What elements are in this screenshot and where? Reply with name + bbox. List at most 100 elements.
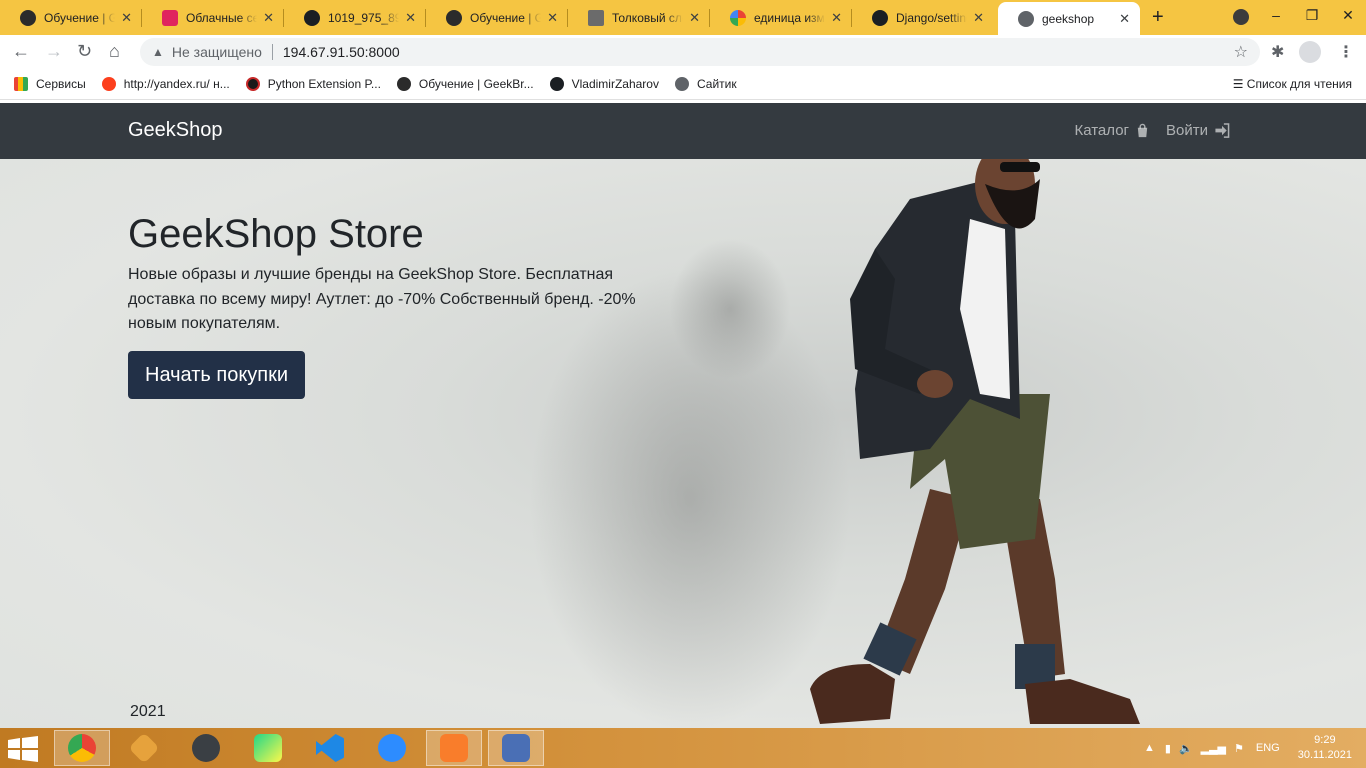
window-controls: – ❐ ✕ xyxy=(1258,0,1366,35)
browser-tab[interactable]: Обучение | GeekBrains ✕ xyxy=(426,0,568,35)
system-tray: ▲ ▮ 🔈 ▂▃▅ ⚑ ENG 9:29 30.11.2021 xyxy=(1144,728,1366,768)
new-tab-button[interactable]: + xyxy=(1152,6,1164,29)
dictionary-icon xyxy=(588,9,604,26)
github-icon xyxy=(872,9,888,26)
menu-icon[interactable]: ⋮ xyxy=(1338,42,1354,62)
hero-model-photo xyxy=(530,159,1140,728)
bookmark-label: Сервисы xyxy=(36,77,86,91)
address-bar[interactable]: ▲ Не защищено 194.67.91.50:8000 ☆ xyxy=(140,38,1260,66)
bookmark-geekbrains[interactable]: Обучение | GeekBr... xyxy=(396,77,534,91)
model-shoe xyxy=(810,664,895,724)
media-player-icon xyxy=(440,734,468,762)
taskbar-github-desktop[interactable] xyxy=(178,730,234,766)
github-desktop-icon xyxy=(192,734,220,762)
close-icon[interactable]: ✕ xyxy=(547,10,558,26)
bookmark-python-extension[interactable]: Python Extension P... xyxy=(245,77,381,91)
site-navbar: GeekShop Каталог Войти xyxy=(0,103,1366,159)
taskbar-vscode[interactable] xyxy=(302,730,358,766)
browser-tab[interactable]: Django/settings ✕ xyxy=(852,0,994,35)
bookmark-star-icon[interactable]: ☆ xyxy=(1234,42,1248,62)
taskbar-git-extensions[interactable] xyxy=(116,730,172,766)
chrome-icon xyxy=(68,734,96,762)
clock[interactable]: 9:29 30.11.2021 xyxy=(1298,733,1352,763)
close-icon[interactable]: ✕ xyxy=(973,10,984,26)
close-icon[interactable]: ✕ xyxy=(831,10,842,26)
bookmark-github[interactable]: VladimirZaharov xyxy=(549,77,659,91)
divider xyxy=(271,44,273,60)
close-icon[interactable]: ✕ xyxy=(689,10,700,26)
taskbar-chrome[interactable] xyxy=(54,730,110,766)
taskbar-pycharm[interactable] xyxy=(240,730,296,766)
flag-icon[interactable]: ⚑ xyxy=(1234,742,1244,755)
reading-list-button[interactable]: ☰ Список для чтения xyxy=(1233,77,1352,91)
minimize-button[interactable]: – xyxy=(1258,0,1294,35)
close-icon[interactable]: ✕ xyxy=(121,10,132,26)
bookmark-apps[interactable]: Сервисы xyxy=(14,77,86,91)
close-window-button[interactable]: ✕ xyxy=(1330,0,1366,35)
nav-catalog-link[interactable]: Каталог xyxy=(1074,122,1150,139)
back-icon[interactable]: ← xyxy=(12,41,30,62)
language-indicator[interactable]: ENG xyxy=(1256,742,1280,754)
tab-title: Обучение | GeekBrains xyxy=(44,10,116,25)
tray-overflow-icon[interactable]: ▲ xyxy=(1144,742,1155,754)
maximize-button[interactable]: ❐ xyxy=(1294,0,1330,35)
bookmark-label: Сайтик xyxy=(696,77,737,91)
tab-title: Django/settings xyxy=(896,10,967,25)
site-brand[interactable]: GeekShop xyxy=(128,119,223,142)
network-icon[interactable]: ▂▃▅ xyxy=(1201,742,1226,755)
security-status[interactable]: Не защищено xyxy=(172,44,262,60)
google-icon xyxy=(730,9,746,26)
tab-title: 1019_975_897 xyxy=(328,10,400,25)
model-hand xyxy=(917,370,953,398)
web-page: GeekShop Каталог Войти GeekShop Store Но… xyxy=(0,103,1366,728)
windows-start-icon[interactable] xyxy=(8,736,38,762)
bookmark-label: http://yandex.ru/ н... xyxy=(123,77,230,91)
volume-icon[interactable]: 🔈 xyxy=(1179,742,1193,755)
vscode-icon xyxy=(316,734,344,762)
tab-search-icon[interactable] xyxy=(1233,9,1249,25)
bookmark-yandex[interactable]: http://yandex.ru/ н... xyxy=(101,77,230,91)
bookmark-site[interactable]: Сайтик xyxy=(674,77,737,91)
reading-list-icon: ☰ xyxy=(1232,77,1247,91)
taskbar-zoom[interactable] xyxy=(364,730,420,766)
geekbrains-icon xyxy=(20,9,36,26)
browser-tab[interactable]: Толковый словарь ✕ xyxy=(568,0,710,35)
close-icon[interactable]: ✕ xyxy=(1119,11,1130,27)
tab-title: geekshop xyxy=(1042,11,1095,26)
extensions-icon[interactable]: ✱ xyxy=(1271,42,1284,62)
hero-title: GeekShop Store xyxy=(128,212,424,256)
sunglasses-icon xyxy=(1000,162,1040,172)
tab-strip: Обучение | GeekBrains ✕ Облачные серверы… xyxy=(0,0,1366,35)
hero-section: GeekShop Store Новые образы и лучшие бре… xyxy=(0,159,1366,728)
browser-tab[interactable]: Облачные серверы ✕ xyxy=(142,0,284,35)
close-icon[interactable]: ✕ xyxy=(263,10,274,26)
nav-login-link[interactable]: Войти xyxy=(1166,122,1230,139)
tab-title: Облачные серверы xyxy=(186,10,258,25)
globe-icon xyxy=(1018,10,1034,27)
close-icon[interactable]: ✕ xyxy=(405,10,416,26)
battery-icon[interactable]: ▮ xyxy=(1165,742,1171,755)
browser-tab[interactable]: Обучение | GeekBrains ✕ xyxy=(0,0,142,35)
remote-desktop-icon xyxy=(502,734,530,762)
url-text[interactable]: 194.67.91.50:8000 xyxy=(283,44,400,60)
taskbar-media-player[interactable] xyxy=(426,730,482,766)
geekbrains-icon xyxy=(396,77,411,91)
taskbar-remote-desktop[interactable] xyxy=(488,730,544,766)
warning-icon[interactable]: ▲ xyxy=(152,45,164,59)
browser-tab[interactable]: 1019_975_897 ✕ xyxy=(284,0,426,35)
nav-links: Каталог Войти xyxy=(1074,122,1230,139)
nav-login-label: Войти xyxy=(1166,122,1208,139)
reload-icon[interactable]: ↻ xyxy=(77,41,92,62)
github-icon xyxy=(549,77,564,91)
browser-tab[interactable]: единица измерения ✕ xyxy=(710,0,852,35)
globe-icon xyxy=(674,77,689,91)
browser-tab-active[interactable]: geekshop ✕ xyxy=(998,2,1140,35)
forward-icon[interactable]: → xyxy=(45,41,63,62)
profile-avatar[interactable] xyxy=(1299,41,1321,63)
git-icon xyxy=(128,732,160,764)
start-shopping-button[interactable]: Начать покупки xyxy=(128,351,306,399)
geekbrains-icon xyxy=(446,9,462,26)
home-icon[interactable]: ⌂ xyxy=(109,41,120,62)
apps-grid-icon xyxy=(14,77,28,91)
nav-catalog-label: Каталог xyxy=(1074,122,1130,139)
